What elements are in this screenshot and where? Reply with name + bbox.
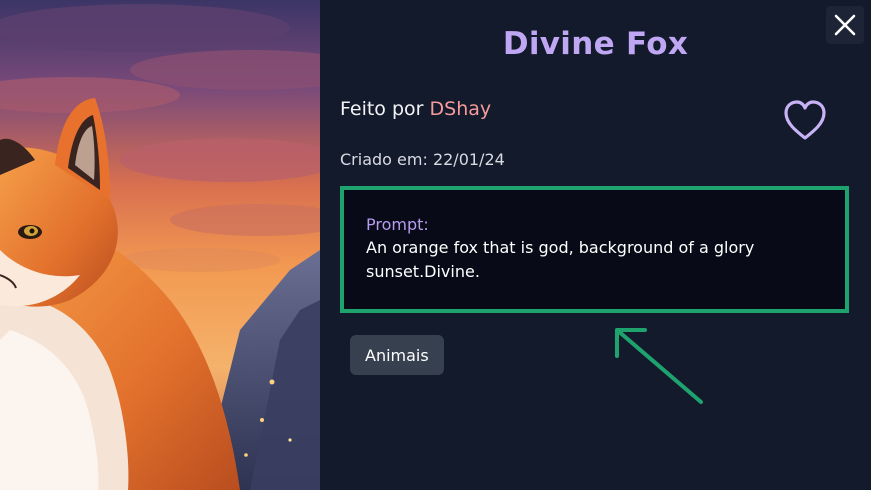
prompt-box: Prompt: An orange fox that is god, backg… xyxy=(340,186,849,313)
like-button[interactable] xyxy=(782,98,828,142)
prompt-label: Prompt: xyxy=(366,215,429,234)
created-date: Criado em: 22/01/24 xyxy=(340,150,505,169)
prompt-text: An orange fox that is god, background of… xyxy=(366,238,755,281)
author-link[interactable]: DShay xyxy=(430,98,492,120)
heart-outline-icon xyxy=(784,100,826,140)
artwork-image xyxy=(0,0,320,490)
author-prefix: Feito por xyxy=(340,98,430,120)
tag-chip[interactable]: Animais xyxy=(350,335,444,375)
artwork-title: Divine Fox xyxy=(502,26,689,62)
author-line: Feito por DShay xyxy=(340,98,491,120)
arrow-annotation-icon xyxy=(615,328,703,404)
